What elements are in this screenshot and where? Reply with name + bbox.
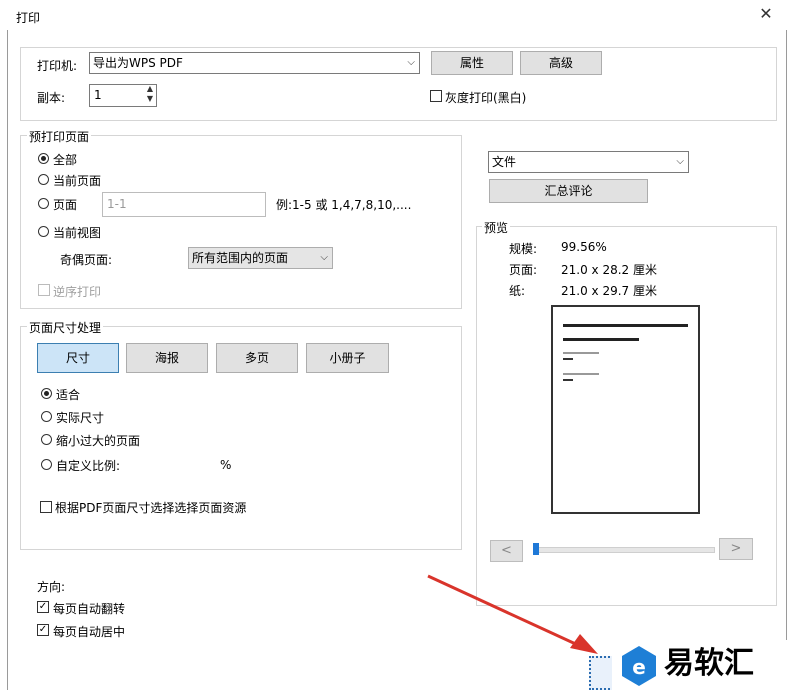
watermark: e 易软汇 bbox=[612, 640, 787, 690]
preview-legend: 预览 bbox=[482, 219, 511, 236]
watermark-logo-icon: e bbox=[622, 646, 656, 686]
page-slider-thumb[interactable] bbox=[533, 543, 539, 555]
radio-custom-scale[interactable] bbox=[41, 459, 52, 470]
radio-current-page[interactable] bbox=[38, 174, 49, 185]
tab-size[interactable]: 尺寸 bbox=[37, 343, 119, 373]
auto-rotate-checkbox[interactable]: ✓ bbox=[37, 601, 49, 613]
summarize-comments-button[interactable]: 汇总评论 bbox=[489, 179, 648, 203]
paper-size-value: 21.0 x 29.7 厘米 bbox=[561, 284, 657, 298]
radio-pages[interactable] bbox=[38, 198, 49, 209]
radio-actual-size[interactable] bbox=[41, 411, 52, 422]
window-left-border bbox=[7, 30, 8, 690]
pages-range-input[interactable]: 1-1 bbox=[102, 192, 266, 217]
radio-all[interactable] bbox=[38, 153, 49, 164]
range-legend: 预打印页面 bbox=[27, 128, 92, 145]
advanced-button[interactable]: 高级 bbox=[520, 51, 602, 75]
percent-sign: % bbox=[220, 458, 232, 472]
orientation-label: 方向: bbox=[37, 580, 66, 594]
odd-even-label: 奇偶页面: bbox=[60, 253, 113, 267]
scale-label: 规模: bbox=[509, 242, 538, 256]
preview-text-line bbox=[563, 358, 573, 360]
grayscale-label: 灰度打印(黑白) bbox=[445, 91, 527, 105]
pages-example-text: 例:1-5 或 1,4,7,8,10,.... bbox=[276, 198, 412, 212]
tab-booklet[interactable]: 小册子 bbox=[306, 343, 389, 373]
copies-label: 副本: bbox=[37, 91, 66, 105]
radio-custom-scale-label: 自定义比例: bbox=[56, 459, 121, 473]
page-slider[interactable] bbox=[533, 547, 715, 553]
next-page-button[interactable]: > bbox=[719, 538, 753, 560]
stepper-arrows-icon[interactable]: ▲ ▼ bbox=[147, 84, 153, 104]
properties-button[interactable]: 属性 bbox=[431, 51, 513, 75]
odd-even-select[interactable]: 所有范围内的页面 ⌵ bbox=[188, 247, 333, 269]
document-select[interactable]: 文件 ⌵ bbox=[488, 151, 689, 173]
scale-value: 99.56% bbox=[561, 240, 607, 254]
prev-page-button[interactable]: < bbox=[490, 540, 523, 562]
copies-stepper[interactable]: 1 ▲ ▼ bbox=[89, 84, 157, 107]
printer-label: 打印机: bbox=[37, 59, 78, 73]
chevron-down-icon: ⌵ bbox=[407, 57, 415, 68]
odd-even-value: 所有范围内的页面 bbox=[192, 251, 289, 265]
page-size-value: 21.0 x 28.2 厘米 bbox=[561, 263, 657, 277]
tab-poster[interactable]: 海报 bbox=[126, 343, 208, 373]
watermark-text: 易软汇 bbox=[664, 646, 754, 681]
auto-center-checkbox[interactable]: ✓ bbox=[37, 624, 49, 636]
copies-value: 1 bbox=[94, 88, 102, 102]
radio-shrink-label: 缩小过大的页面 bbox=[56, 434, 141, 448]
choose-source-label: 根据PDF页面尺寸选择选择页面资源 bbox=[55, 501, 247, 515]
page-preview bbox=[551, 305, 700, 514]
radio-actual-size-label: 实际尺寸 bbox=[56, 411, 105, 425]
svg-text:e: e bbox=[632, 655, 646, 679]
paper-size-label: 纸: bbox=[509, 284, 526, 298]
choose-source-checkbox[interactable] bbox=[40, 501, 52, 513]
radio-all-label: 全部 bbox=[53, 153, 78, 167]
sizing-legend: 页面尺寸处理 bbox=[27, 319, 104, 336]
reverse-checkbox[interactable] bbox=[38, 284, 50, 296]
radio-current-page-label: 当前页面 bbox=[53, 174, 102, 188]
preview-text-line bbox=[563, 324, 688, 327]
page-size-label: 页面: bbox=[509, 263, 538, 277]
tab-multiple[interactable]: 多页 bbox=[216, 343, 298, 373]
pages-range-placeholder: 1-1 bbox=[107, 197, 127, 211]
chevron-down-icon: ⌵ bbox=[676, 156, 684, 167]
close-icon[interactable]: ✕ bbox=[754, 3, 778, 25]
radio-current-view[interactable] bbox=[38, 226, 49, 237]
preview-text-line bbox=[563, 352, 599, 354]
radio-fit-label: 适合 bbox=[56, 388, 81, 402]
chevron-down-icon: ⌵ bbox=[320, 252, 328, 263]
printer-select[interactable]: 导出为WPS PDF ⌵ bbox=[89, 52, 420, 74]
document-select-value: 文件 bbox=[492, 155, 517, 169]
radio-current-view-label: 当前视图 bbox=[53, 226, 102, 240]
auto-rotate-label: 每页自动翻转 bbox=[53, 602, 126, 616]
auto-center-label: 每页自动居中 bbox=[53, 625, 126, 639]
grayscale-checkbox[interactable] bbox=[430, 90, 442, 102]
preview-text-line bbox=[563, 379, 573, 381]
radio-fit[interactable] bbox=[41, 388, 52, 399]
annotation-arrow-icon bbox=[427, 574, 598, 654]
printer-select-value: 导出为WPS PDF bbox=[93, 56, 183, 70]
reverse-label: 逆序打印 bbox=[53, 285, 102, 299]
preview-text-line bbox=[563, 338, 639, 341]
window-title: 打印 bbox=[16, 11, 41, 25]
radio-pages-label: 页面 bbox=[53, 198, 78, 212]
preview-text-line bbox=[563, 373, 599, 375]
radio-shrink[interactable] bbox=[41, 434, 52, 445]
